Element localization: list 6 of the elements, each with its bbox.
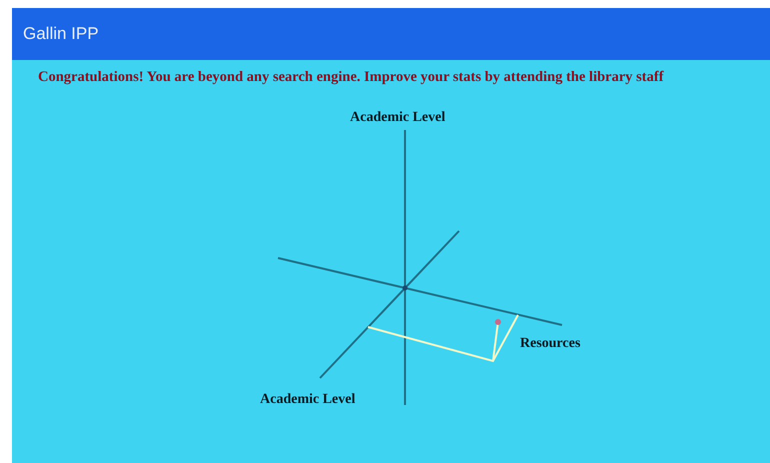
axis-label: Academic Level — [260, 391, 356, 409]
app-title: Gallin IPP — [23, 23, 99, 46]
axis-label: Academic Level — [350, 109, 446, 127]
status-message: Congratulations! You are beyond any search engine. Improve your stats by attending the library staff — [38, 68, 664, 87]
axis-label: Resources — [520, 335, 580, 353]
data-point — [495, 319, 501, 325]
